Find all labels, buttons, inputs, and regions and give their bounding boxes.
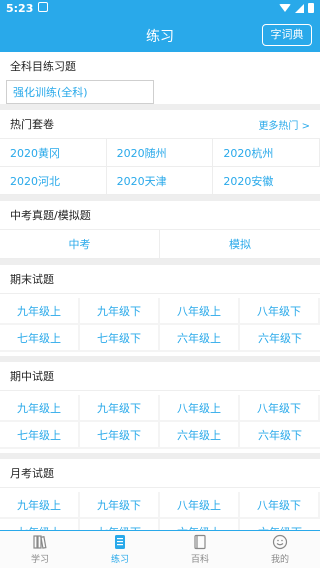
- zhongkao-title: 中考真题/模拟题: [10, 209, 91, 222]
- final-exams-section: 期末试题 九年级上 九年级下 八年级上 八年级下七年级上 七年级下 六年级上 六年级下: [0, 265, 320, 356]
- hot-paper-item[interactable]: 2020随州: [106, 139, 214, 167]
- midterm-exams-title: 期中试题: [10, 370, 54, 383]
- grade-item[interactable]: 七年级上: [0, 325, 80, 352]
- status-bar: 5:23: [0, 0, 320, 18]
- hot-papers-section: 热门套卷 更多热门 > 2020黄冈 2020随州 2020杭州 2020河北 2020…: [0, 110, 320, 195]
- hot-paper-item[interactable]: 2020杭州: [213, 139, 320, 167]
- zhongkao-grid: 中考 模拟: [0, 229, 320, 259]
- signal-icon: [295, 3, 304, 13]
- monthly-exams-grid: 九年级上九年级下八年级上八年级下七年级上七年级下六年级上六年级下: [0, 487, 320, 530]
- full-practice-heading: 全科目练习题: [0, 52, 320, 80]
- monthly-exams-heading: 月考试题: [0, 459, 320, 487]
- battery-icon: [308, 3, 314, 13]
- grade-item[interactable]: 六年级下: [240, 519, 320, 531]
- book-icon: [192, 534, 208, 550]
- hot-papers-grid: 2020黄冈 2020随州 2020杭州 2020河北 2020天津 2020安徽: [0, 138, 320, 195]
- midterm-exams-heading: 期中试题: [0, 362, 320, 390]
- monthly-exams-section: 月考试题 九年级上九年级下八年级上八年级下七年级上七年级下六年级上六年级下: [0, 459, 320, 530]
- grade-item[interactable]: 七年级下: [80, 325, 160, 352]
- final-exams-heading: 期末试题: [0, 265, 320, 293]
- hot-paper-item[interactable]: 2020河北: [0, 167, 107, 195]
- tab-encyclopedia[interactable]: 百科: [160, 531, 240, 568]
- wifi-icon: [279, 4, 291, 12]
- grade-item[interactable]: 六年级上: [160, 325, 240, 352]
- hot-paper-item[interactable]: 2020天津: [106, 167, 214, 195]
- grade-item[interactable]: 九年级上: [0, 492, 80, 519]
- bottom-tab-bar: 学习 练习 百科 我的: [0, 530, 320, 568]
- full-practice-section: 全科目练习题 强化训练(全科): [0, 52, 320, 104]
- grade-item[interactable]: 七年级上: [0, 422, 80, 449]
- monthly-exams-title: 月考试题: [10, 467, 54, 480]
- grade-item[interactable]: 六年级下: [240, 325, 320, 352]
- main-content[interactable]: 全科目练习题 强化训练(全科) 热门套卷 更多热门 > 2020黄冈 2020随州…: [0, 52, 320, 530]
- grade-item[interactable]: 九年级下: [80, 395, 160, 422]
- grade-item[interactable]: 八年级下: [240, 395, 320, 422]
- smiley-icon: [272, 534, 288, 550]
- full-practice-button[interactable]: 强化训练(全科): [6, 80, 154, 104]
- grade-item[interactable]: 八年级下: [240, 298, 320, 325]
- final-exams-title: 期末试题: [10, 273, 54, 286]
- grade-item[interactable]: 八年级上: [160, 395, 240, 422]
- grade-item[interactable]: 八年级下: [240, 492, 320, 519]
- midterm-exams-grid: 九年级上 九年级下 八年级上 八年级下七年级上 七年级下 六年级上 六年级下: [0, 390, 320, 453]
- final-exams-grid: 九年级上 九年级下 八年级上 八年级下七年级上 七年级下 六年级上 六年级下: [0, 293, 320, 356]
- hot-paper-item[interactable]: 2020黄冈: [0, 139, 107, 167]
- zhongkao-item[interactable]: 模拟: [160, 230, 320, 259]
- tab-study-label: 学习: [30, 555, 49, 565]
- tab-practice-label: 练习: [110, 555, 129, 565]
- notebook-icon: [112, 534, 128, 550]
- grade-item[interactable]: 八年级上: [160, 298, 240, 325]
- grade-item[interactable]: 八年级上: [160, 492, 240, 519]
- books-icon: [32, 534, 48, 550]
- grade-item[interactable]: 七年级上: [0, 519, 80, 530]
- zhongkao-heading: 中考真题/模拟题: [0, 201, 320, 229]
- dictionary-button[interactable]: 字词典: [262, 24, 312, 46]
- status-time: 5:23: [6, 2, 34, 15]
- hot-papers-title: 热门套卷: [10, 118, 54, 131]
- grade-item[interactable]: 七年级下: [80, 422, 160, 449]
- grade-item[interactable]: 九年级下: [80, 298, 160, 325]
- notification-icon: [38, 2, 48, 12]
- zhongkao-item[interactable]: 中考: [0, 230, 160, 259]
- grade-item[interactable]: 六年级下: [240, 422, 320, 449]
- full-practice-title: 全科目练习题: [10, 60, 76, 73]
- grade-item[interactable]: 七年级下: [80, 519, 160, 530]
- grade-item[interactable]: 六年级上: [160, 519, 240, 530]
- tab-mine[interactable]: 我的: [240, 531, 320, 568]
- grade-item[interactable]: 九年级上: [0, 395, 80, 422]
- midterm-exams-section: 期中试题 九年级上 九年级下 八年级上 八年级下七年级上 七年级下 六年级上 六年级下: [0, 362, 320, 453]
- grade-item[interactable]: 九年级下: [80, 492, 160, 519]
- tab-mine-label: 我的: [270, 555, 289, 565]
- tab-practice[interactable]: 练习: [80, 531, 160, 568]
- hot-paper-item[interactable]: 2020安徽: [213, 167, 320, 195]
- hot-papers-heading: 热门套卷 更多热门 >: [0, 110, 320, 138]
- tab-study[interactable]: 学习: [0, 531, 80, 568]
- grade-item[interactable]: 九年级上: [0, 298, 80, 325]
- zhongkao-section: 中考真题/模拟题 中考 模拟: [0, 201, 320, 259]
- more-hot-link[interactable]: 更多热门 >: [258, 117, 320, 132]
- app-bar: 练习 字词典: [0, 18, 320, 52]
- status-icons: [279, 3, 314, 13]
- grade-item[interactable]: 六年级上: [160, 422, 240, 449]
- tab-encyclopedia-label: 百科: [190, 555, 209, 565]
